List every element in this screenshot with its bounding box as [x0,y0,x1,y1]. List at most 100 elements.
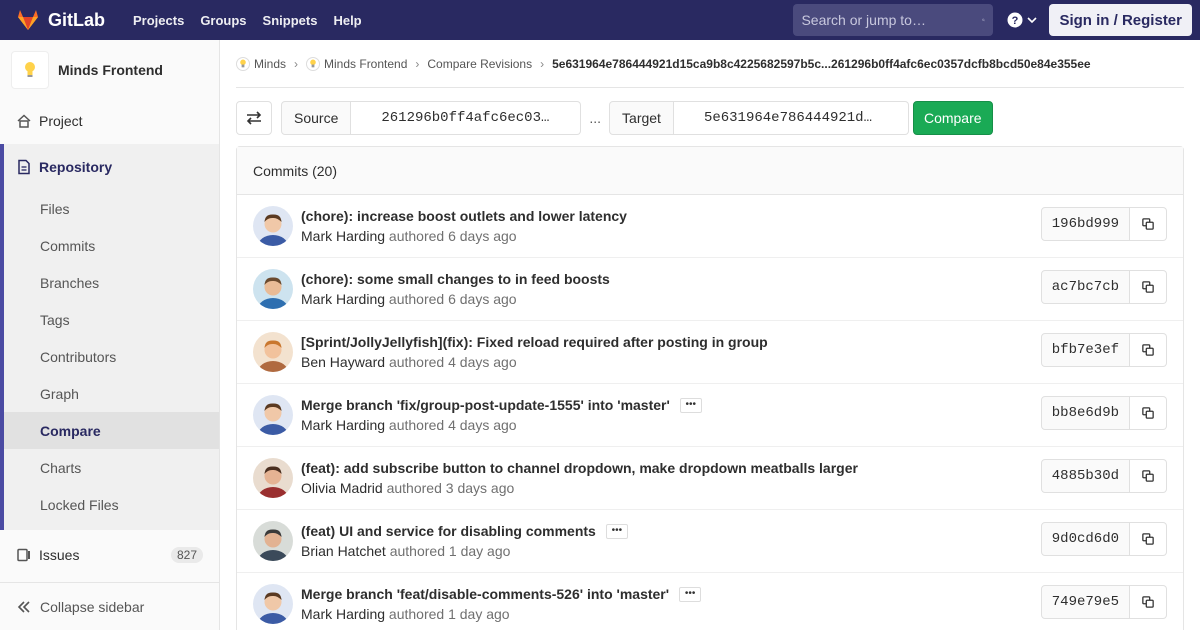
commit-title[interactable]: (feat) UI and service for disabling comm… [301,523,596,539]
nav-snippets[interactable]: Snippets [263,13,318,28]
commit-sha[interactable]: bfb7e3ef [1040,333,1130,367]
commit-author[interactable]: Mark Harding [301,417,385,433]
commit-sha[interactable]: bb8e6d9b [1040,396,1130,430]
sidebar-item-label: Issues [39,546,80,563]
sidebar-item-files[interactable]: Files [4,190,219,227]
commit-title[interactable]: (chore): increase boost outlets and lowe… [301,208,627,224]
copy-sha-button[interactable] [1130,207,1167,241]
copy-sha-button[interactable] [1130,270,1167,304]
breadcrumb-current[interactable]: 5e631964e786444921d15ca9b8c4225682597b5c… [552,57,1090,71]
copy-sha-button[interactable] [1130,459,1167,493]
nav-groups[interactable]: Groups [200,13,246,28]
author-avatar[interactable] [253,206,293,246]
gitlab-logo-icon [18,10,38,30]
sidebar-repository-label: Repository [39,159,113,175]
breadcrumb-project[interactable]: Minds Frontend [306,56,408,71]
commit-time: 6 days ago [448,228,517,244]
sidebar-item-commits[interactable]: Commits [4,227,219,264]
source-revision-dropdown[interactable]: 261296b0ff4afc6ec03… [351,101,582,135]
sidebar-item-tags[interactable]: Tags [4,301,219,338]
commit-author[interactable]: Mark Harding [301,291,385,307]
nav-help[interactable]: Help [333,13,361,28]
commit-author[interactable]: Mark Harding [301,228,385,244]
author-avatar[interactable] [253,584,293,624]
commit-title[interactable]: Merge branch 'fix/group-post-update-1555… [301,397,670,413]
authored-word: authored [388,291,445,307]
project-avatar-icon [306,56,321,71]
commit-sha[interactable]: 196bd999 [1040,207,1130,241]
sidebar-item-charts[interactable]: Charts [4,449,219,486]
breadcrumb-group[interactable]: Minds [236,56,286,71]
commit-sha-group: bfb7e3ef [1040,333,1167,367]
breadcrumb-separator-icon: › [415,56,420,71]
sidebar-item-contributors[interactable]: Contributors [4,338,219,375]
authored-word: authored [388,228,445,244]
author-avatar[interactable] [253,269,293,309]
commit-sha[interactable]: 4885b30d [1040,459,1130,493]
commit-time: 6 days ago [448,291,517,307]
author-avatar[interactable] [253,521,293,561]
copy-icon [1142,218,1154,230]
breadcrumb-compare[interactable]: Compare Revisions [427,57,532,71]
group-avatar-icon [236,56,250,71]
commit-row: Merge branch 'feat/disable-comments-526'… [237,573,1183,630]
author-avatar[interactable] [253,395,293,435]
sidebar-item-branches[interactable]: Branches [4,264,219,301]
source-label: Source [281,101,352,135]
commit-sha[interactable]: 9d0cd6d0 [1040,522,1130,556]
sidebar-project-header[interactable]: Minds Frontend [0,40,219,100]
sidebar-item-issues[interactable]: Issues 827 [0,534,219,575]
gitlab-home-link[interactable]: GitLab [16,0,105,40]
copy-sha-button[interactable] [1130,333,1167,367]
commit-author[interactable]: Mark Harding [301,606,385,622]
commit-title[interactable]: (chore): some small changes to in feed b… [301,271,610,287]
breadcrumb-separator-icon: › [294,56,299,71]
help-dropdown[interactable]: ? [1007,12,1038,28]
commit-sha-group: ac7bc7cb [1040,270,1167,304]
copy-sha-button[interactable] [1130,522,1167,556]
chevron-down-icon [1027,17,1038,24]
commit-row: [Sprint/JollyJellyfish](fix): Fixed relo… [237,321,1183,384]
commit-author[interactable]: Olivia Madrid [301,480,383,496]
commit-title[interactable]: (feat): add subscribe button to channel … [301,460,858,476]
commits-panel: Commits (20) (chore): increase boost out… [236,146,1184,630]
commit-row: (chore): some small changes to in feed b… [237,258,1183,321]
commit-sha[interactable]: 749e79e5 [1040,585,1130,619]
collapse-sidebar-label: Collapse sidebar [40,598,145,615]
copy-sha-button[interactable] [1130,585,1167,619]
doc-icon [18,159,30,175]
authored-word: authored [388,354,445,370]
search-icon[interactable] [982,13,986,27]
signin-register-button[interactable]: Sign in / Register [1049,4,1192,36]
target-revision-dropdown[interactable]: 5e631964e786444921d… [673,101,909,135]
author-avatar[interactable] [253,332,293,372]
copy-sha-button[interactable] [1130,396,1167,430]
sidebar-item-locked-files[interactable]: Locked Files [4,486,219,523]
copy-icon [1142,344,1154,356]
expand-description-button[interactable]: ••• [605,523,628,539]
sidebar-item-repository[interactable]: Repository [4,144,219,190]
source-revision-group: Source 261296b0ff4afc6ec03… [281,101,582,135]
expand-description-button[interactable]: ••• [679,586,702,602]
sidebar-item-graph[interactable]: Graph [4,375,219,412]
sidebar-item-compare[interactable]: Compare [4,412,219,449]
swap-revisions-button[interactable] [236,101,272,135]
question-icon: ? [1007,12,1023,28]
target-revision-group: Target 5e631964e786444921d… [609,101,909,135]
nav-projects[interactable]: Projects [133,13,184,28]
commit-time: 4 days ago [448,417,517,433]
commit-author[interactable]: Ben Hayward [301,354,385,370]
commit-author[interactable]: Brian Hatchet [301,543,386,559]
breadcrumb-label: Minds Frontend [324,56,408,71]
commit-title[interactable]: Merge branch 'feat/disable-comments-526'… [301,586,669,602]
commit-time: 4 days ago [448,354,517,370]
commit-sha[interactable]: ac7bc7cb [1040,270,1130,304]
authored-word: authored [389,543,445,559]
search-input[interactable] [801,12,983,28]
collapse-sidebar-button[interactable]: Collapse sidebar [0,582,219,630]
expand-description-button[interactable]: ••• [679,397,702,413]
compare-button[interactable]: Compare [912,101,993,135]
commit-title[interactable]: [Sprint/JollyJellyfish](fix): Fixed relo… [301,334,768,350]
author-avatar[interactable] [253,458,293,498]
sidebar-item-project[interactable]: Project [0,100,219,141]
